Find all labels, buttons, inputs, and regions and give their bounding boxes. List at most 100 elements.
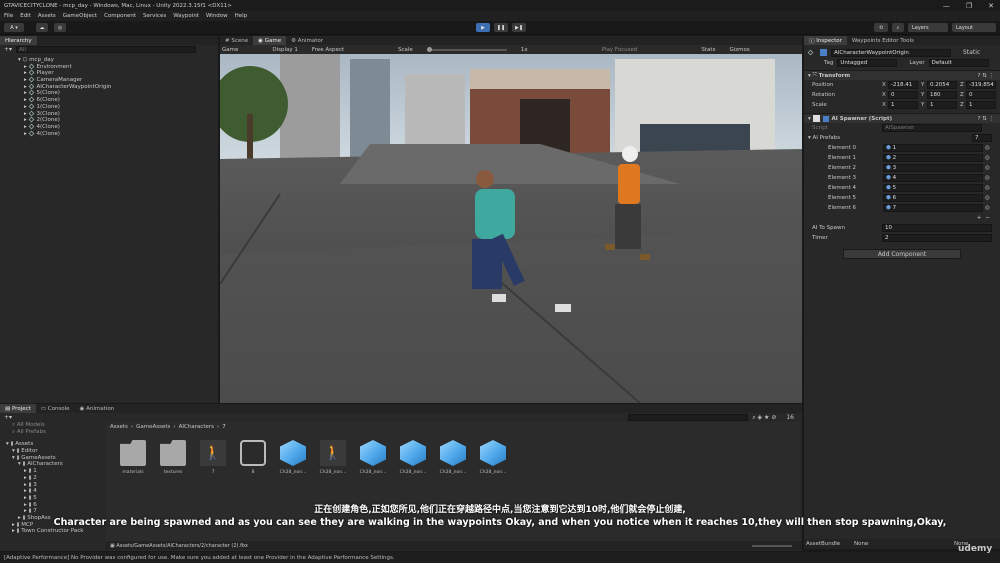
layer-dropdown[interactable]: Default (928, 59, 989, 67)
spawner-menu-icon[interactable]: ? ⇅ ⋮ (977, 116, 994, 122)
minimize-button[interactable]: — (943, 2, 950, 10)
expand-arrow-icon[interactable]: ▸ (24, 97, 27, 103)
project-filter-icons[interactable]: ⌕ ◈ ★ ⊘ (752, 414, 776, 422)
folder-tree-item[interactable]: ▸ ▮ Town Constructor Pack (6, 528, 102, 535)
transform-scale-z[interactable]: 1 (966, 101, 996, 109)
breadcrumb-item[interactable]: Assets (110, 424, 128, 430)
object-picker-icon[interactable]: ◎ (985, 205, 990, 211)
tab-console[interactable]: ▭ Console (36, 404, 75, 413)
chevron-icon[interactable]: ▸ (24, 488, 27, 494)
transform-rotation-x[interactable]: 0 (888, 91, 918, 99)
asset-item[interactable]: Ch28_non... (278, 440, 308, 480)
asset-item[interactable]: Ch28_non... (478, 440, 508, 480)
maximize-button[interactable]: ❐ (966, 2, 972, 10)
expand-arrow-icon[interactable]: ▸ (24, 77, 27, 83)
menu-edit[interactable]: Edit (20, 13, 31, 19)
thumbnail-size-slider[interactable] (752, 544, 792, 547)
asset-item[interactable]: 🚶 7 (198, 440, 228, 480)
chevron-icon[interactable]: ▾ (12, 455, 15, 461)
chevron-icon[interactable]: ▾ (12, 448, 15, 454)
element-object-field[interactable]: ⬢ 6 (883, 194, 983, 202)
hierarchy-item[interactable]: ▸ 1(Clone) (24, 103, 218, 111)
chevron-icon[interactable]: ▾ (18, 461, 21, 467)
transform-rotation-y[interactable]: 180 (927, 91, 957, 99)
asset-item[interactable]: 🚶 Ch28_non... (318, 440, 348, 480)
timer-field[interactable]: 2 (882, 234, 992, 242)
hierarchy-item[interactable]: ▸ CameraManager (24, 76, 218, 84)
tab-waypoints-editor[interactable]: Waypoints Editor Tools (847, 36, 919, 45)
chevron-icon[interactable]: ▸ (24, 482, 27, 488)
tab-hierarchy[interactable]: Hierarchy (0, 36, 37, 45)
cloud-icon[interactable]: ☁ (36, 23, 48, 32)
ai-to-spawn-field[interactable]: 10 (882, 224, 992, 232)
folder-tree-item[interactable]: ▸ ▮ 5 (6, 495, 102, 502)
ai-prefabs-foldout[interactable]: ▾ AI Prefabs 7 (804, 133, 1000, 143)
object-name-field[interactable]: AICharacterWaypointOrigin (831, 48, 951, 57)
asset-item[interactable]: Ch28_non... (358, 440, 388, 480)
play-button[interactable]: ▶ (476, 23, 490, 32)
account-button[interactable]: A ▾ (4, 23, 24, 32)
tab-scene[interactable]: # Scene (220, 36, 253, 45)
expand-arrow-icon[interactable]: ▸ (24, 131, 27, 137)
tab-project[interactable]: ▤ Project (0, 404, 36, 413)
expand-arrow-icon[interactable]: ▸ (24, 64, 27, 70)
folder-tree-item[interactable]: ▾ ▮ AICharacters (6, 461, 102, 468)
search-icon[interactable]: ⌕ (892, 23, 904, 32)
transform-position-x[interactable]: -218.41 (888, 81, 918, 89)
favorite-item[interactable]: ⌕ All Models (12, 422, 102, 429)
folder-tree-item[interactable]: ▸ ▮ 4 (6, 488, 102, 495)
favorite-item[interactable]: ⌕ All Prefabs (12, 429, 102, 436)
expand-arrow-icon[interactable]: ▸ (24, 84, 27, 90)
expand-arrow-icon[interactable]: ▸ (24, 117, 27, 123)
hierarchy-item[interactable]: ▸ Player (24, 70, 218, 77)
asset-bundle-dropdown[interactable]: None (854, 541, 954, 547)
hierarchy-item[interactable]: ▸ 6(Clone) (24, 96, 218, 104)
element-object-field[interactable]: ⬢ 7 (883, 204, 983, 212)
tab-inspector[interactable]: ⓘ Inspector (804, 36, 847, 45)
object-picker-icon[interactable]: ◎ (985, 145, 990, 151)
object-picker-icon[interactable]: ◎ (985, 185, 990, 191)
game-viewport[interactable] (220, 54, 802, 403)
hierarchy-item[interactable]: ▸ 2(Clone) (24, 116, 218, 124)
gizmos-button[interactable]: Gizmos (729, 47, 749, 53)
layout-dropdown[interactable]: Layout (952, 23, 996, 32)
folder-tree-item[interactable]: ▾ ▮ GameAssets (6, 455, 102, 462)
folder-tree-item[interactable]: ▸ ▮ 2 (6, 475, 102, 482)
close-button[interactable]: ✕ (988, 2, 994, 10)
active-checkbox[interactable] (820, 49, 827, 56)
folder-tree-item[interactable]: ▾ ▮ Editor (6, 448, 102, 455)
hierarchy-search-input[interactable]: All (16, 46, 197, 53)
project-add-icon[interactable]: +▾ (4, 414, 12, 421)
hierarchy-item[interactable]: ▸ 4(Clone) (24, 123, 218, 131)
expand-arrow-icon[interactable]: ▸ (24, 111, 27, 117)
menu-waypoint[interactable]: Waypoint (173, 13, 199, 19)
static-toggle[interactable]: Static (963, 49, 980, 56)
tag-dropdown[interactable]: Untagged (837, 59, 898, 67)
hierarchy-item[interactable]: ▸ AICharacterWaypointOrigin (24, 83, 218, 91)
add-element-button[interactable]: + (977, 215, 982, 221)
pause-button[interactable]: ❚❚ (494, 23, 508, 32)
menu-services[interactable]: Services (143, 13, 166, 19)
transform-rotation-z[interactable]: 0 (966, 91, 996, 99)
project-search-input[interactable] (628, 414, 749, 421)
component-menu-icon[interactable]: ? ⇅ ⋮ (977, 73, 994, 79)
aspect-dropdown[interactable]: Free Aspect (312, 47, 344, 53)
hierarchy-item[interactable]: ▸ 3(Clone) (24, 110, 218, 118)
expand-arrow-icon[interactable]: ▸ (24, 70, 27, 76)
object-picker-icon[interactable]: ◎ (985, 175, 990, 181)
object-picker-icon[interactable]: ◎ (985, 155, 990, 161)
transform-scale-y[interactable]: 1 (927, 101, 957, 109)
folder-tree-item[interactable]: ▾ ▮ Assets (6, 441, 102, 448)
asset-item[interactable]: Ch28_non... (438, 440, 468, 480)
menu-assets[interactable]: Assets (38, 13, 56, 19)
scale-slider[interactable] (426, 46, 507, 52)
menu-window[interactable]: Window (206, 13, 228, 19)
history-icon[interactable]: ⟲ (874, 23, 888, 32)
object-picker-icon[interactable]: ◎ (985, 195, 990, 201)
step-button[interactable]: ▶❚ (512, 23, 526, 32)
transform-scale-x[interactable]: 1 (888, 101, 918, 109)
add-icon[interactable]: +▾ (4, 46, 12, 53)
chevron-icon[interactable]: ▸ (24, 475, 27, 481)
tab-animation[interactable]: ◉ Animation (75, 404, 120, 413)
tab-animator[interactable]: ⚙ Animator (286, 36, 328, 45)
